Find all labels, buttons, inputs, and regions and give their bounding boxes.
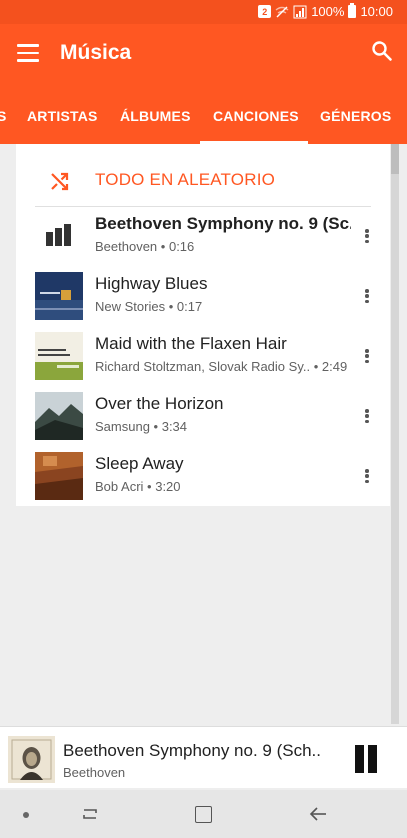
- song-subtitle: Beethoven • 0:16: [95, 239, 194, 254]
- home-icon[interactable]: [195, 806, 212, 823]
- separator-dot: •: [313, 359, 322, 374]
- album-art-thumbnail: [35, 452, 83, 500]
- hamburger-menu-icon[interactable]: [17, 44, 39, 62]
- more-options-icon[interactable]: [363, 286, 371, 306]
- tab-playlists-partial[interactable]: S: [0, 108, 7, 124]
- album-art-thumbnail: [35, 272, 83, 320]
- song-title: Sleep Away: [95, 454, 184, 473]
- album-art-thumbnail: [35, 392, 83, 440]
- battery-icon: [348, 3, 357, 18]
- status-bar: 2 100% 10:00: [0, 0, 407, 24]
- now-playing-bar[interactable]: Beethoven Symphony no. 9 (Sch.. Beethove…: [0, 726, 407, 788]
- song-artist: Samsung: [95, 419, 150, 434]
- more-options-icon[interactable]: [363, 466, 371, 486]
- now-playing-title: Beethoven Symphony no. 9 (Sch..: [63, 741, 321, 760]
- song-title: Beethoven Symphony no. 9 (Sc..: [95, 214, 351, 233]
- shuffle-all-button[interactable]: TODO EN ALEATORIO: [16, 154, 390, 206]
- song-subtitle: Bob Acri • 3:20: [95, 479, 181, 494]
- now-playing-album-art: [8, 736, 55, 783]
- app-bar: Música S ARTISTAS ÁLBUMES CANCIONES GÉNE…: [0, 24, 407, 144]
- search-icon[interactable]: [371, 40, 393, 62]
- song-artist: Beethoven: [95, 239, 158, 254]
- song-duration: 3:20: [155, 479, 181, 494]
- song-subtitle: Samsung • 3:34: [95, 419, 187, 434]
- app-title: Música: [60, 41, 132, 64]
- song-list: TODO EN ALEATORIO Beethoven Symphony no.…: [16, 144, 390, 506]
- song-artist: New Stories: [95, 299, 166, 314]
- song-row[interactable]: Maid with the Flaxen Hair Richard Stoltz…: [16, 326, 390, 386]
- song-subtitle: New Stories • 0:17: [95, 299, 202, 314]
- song-duration: 3:34: [161, 419, 188, 434]
- song-subtitle: Richard Stoltzman, Slovak Radio Sy.. • 2…: [95, 359, 347, 374]
- shuffle-all-label: TODO EN ALEATORIO: [95, 170, 276, 189]
- song-row[interactable]: Over the Horizon Samsung • 3:34: [16, 386, 390, 446]
- signal-icon: [293, 5, 307, 18]
- nav-dot-icon[interactable]: [23, 812, 29, 818]
- song-row[interactable]: Beethoven Symphony no. 9 (Sc.. Beethoven…: [16, 206, 390, 266]
- song-row[interactable]: Highway Blues New Stories • 0:17: [16, 266, 390, 326]
- song-duration: 0:17: [176, 299, 203, 314]
- tab-albumes[interactable]: ÁLBUMES: [120, 108, 191, 124]
- scrollbar-track[interactable]: [391, 144, 399, 724]
- song-artist: Richard Stoltzman, Slovak Radio Sy..: [95, 359, 311, 374]
- separator-dot: •: [147, 479, 156, 494]
- song-row[interactable]: Sleep Away Bob Acri • 3:20: [16, 446, 390, 506]
- song-duration: 0:16: [168, 239, 195, 254]
- recent-apps-icon[interactable]: [80, 806, 100, 822]
- tab-artistas[interactable]: ARTISTAS: [27, 108, 98, 124]
- album-art-thumbnail: [35, 332, 83, 380]
- song-artist: Bob Acri: [95, 479, 144, 494]
- song-title: Highway Blues: [95, 274, 208, 293]
- more-options-icon[interactable]: [363, 346, 371, 366]
- more-options-icon[interactable]: [363, 406, 371, 426]
- back-icon[interactable]: [308, 806, 328, 822]
- tab-generos[interactable]: GÉNEROS: [320, 108, 391, 124]
- tab-bar: S ARTISTAS ÁLBUMES CANCIONES GÉNEROS: [0, 104, 407, 144]
- separator-dot: •: [160, 239, 169, 254]
- status-icons: 2 100% 10:00: [258, 3, 393, 19]
- more-options-icon[interactable]: [363, 226, 371, 246]
- notification-badge: 2: [258, 5, 272, 18]
- pause-icon[interactable]: [352, 745, 380, 773]
- separator-dot: •: [153, 419, 162, 434]
- shuffle-icon: [51, 172, 69, 191]
- tab-canciones[interactable]: CANCIONES: [213, 108, 299, 124]
- system-nav-bar: [0, 790, 407, 838]
- battery-percent: 100%: [311, 4, 345, 19]
- clock: 10:00: [360, 4, 393, 19]
- song-title: Over the Horizon: [95, 394, 224, 413]
- scrollbar-thumb[interactable]: [391, 144, 399, 174]
- song-duration: 2:49: [321, 359, 348, 374]
- now-playing-equalizer-icon: [46, 224, 72, 246]
- wifi-off-icon: [275, 6, 289, 17]
- song-title: Maid with the Flaxen Hair: [95, 334, 287, 353]
- now-playing-artist: Beethoven: [63, 765, 126, 780]
- separator-dot: •: [168, 299, 177, 314]
